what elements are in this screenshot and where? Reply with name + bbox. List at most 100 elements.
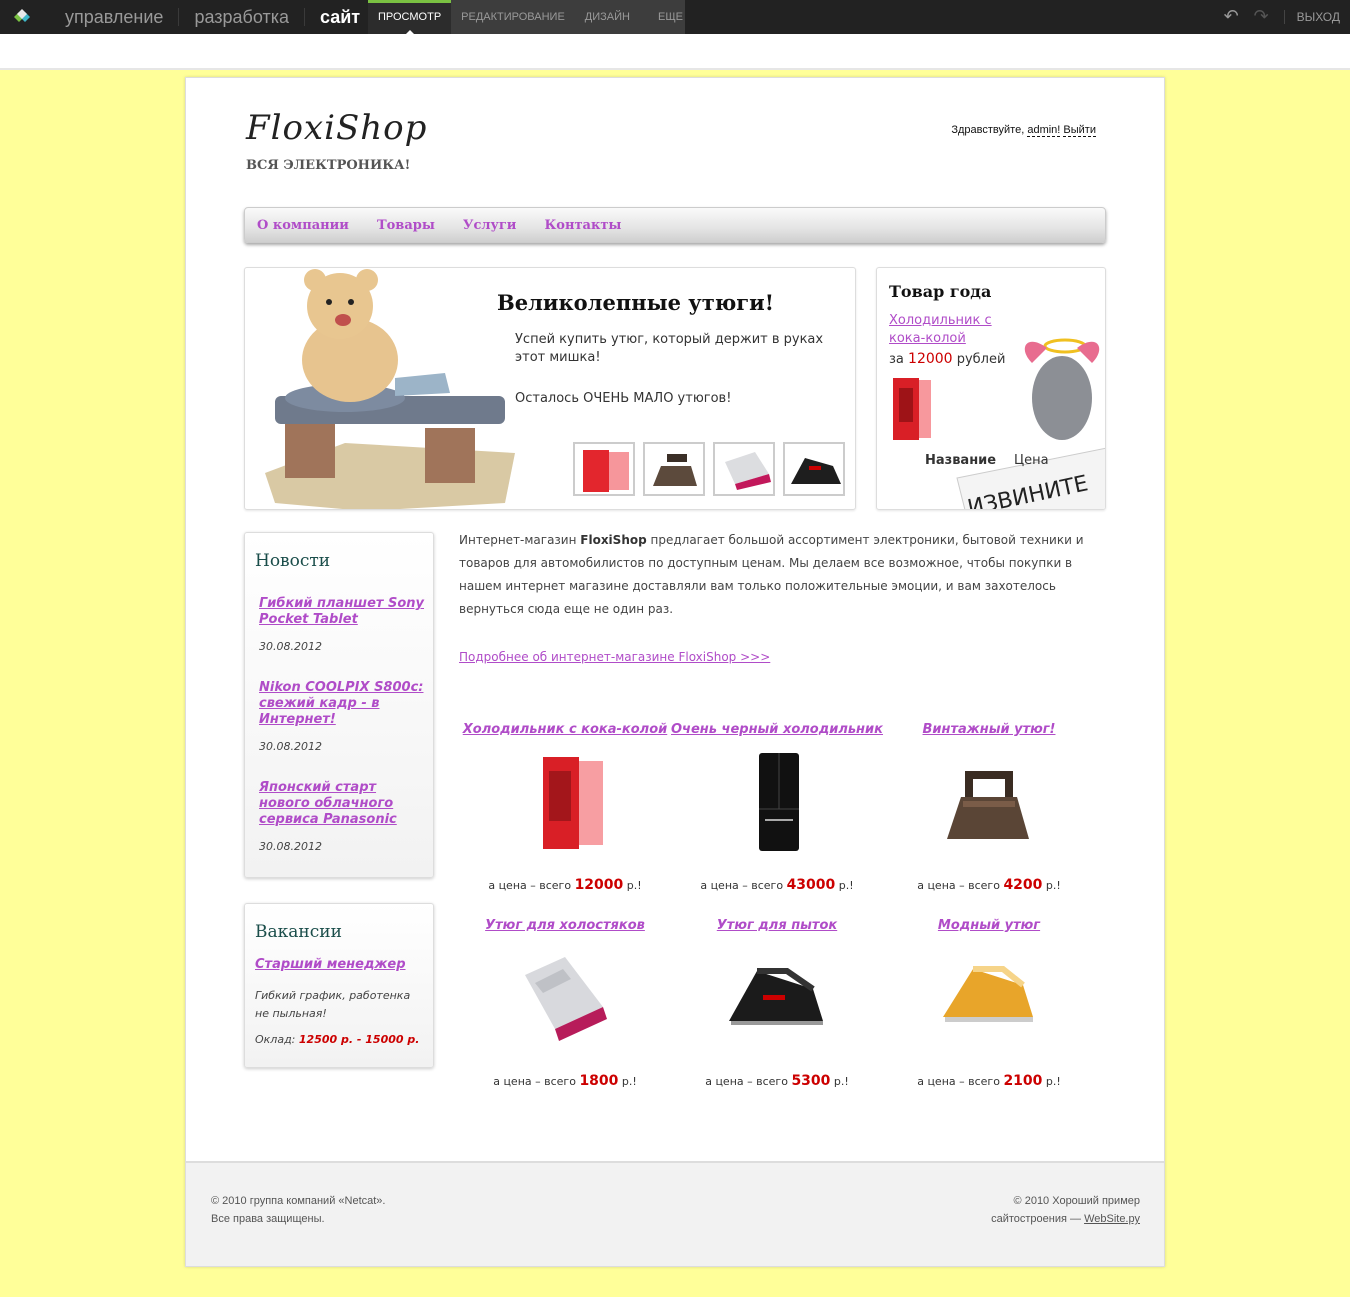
product-link[interactable]: Холодильник с кока-колой xyxy=(463,722,668,737)
intro-brand: FloxiShop xyxy=(580,533,647,547)
product-link[interactable]: Модный утюг xyxy=(938,918,1040,933)
admin-sub-nav: просмотр редактирование дизайн еще ⌄ xyxy=(368,0,685,57)
admin-right-controls: ↶ ↷ выход xyxy=(1224,0,1340,34)
news-item-date: 30.08.2012 xyxy=(259,640,322,653)
price-value: 1800 xyxy=(579,1073,619,1089)
product-link[interactable]: Очень черный холодильник xyxy=(671,722,883,737)
undo-icon[interactable]: ↶ xyxy=(1224,8,1242,26)
label-name: Название xyxy=(925,453,997,468)
vacancies-block: Вакансии Старший менеджер Гибкий график,… xyxy=(244,903,434,1068)
nav-management[interactable]: управление xyxy=(50,8,180,26)
vacancy-link[interactable]: Старший менеджер xyxy=(255,957,406,972)
price-prefix: а цена – всего xyxy=(700,879,784,892)
site-tagline: ВСЯ ЭЛЕКТРОНИКА! xyxy=(246,158,411,173)
news-item: Японский старт нового облачного сервиса … xyxy=(259,780,429,853)
red-fridge-image[interactable] xyxy=(891,376,933,444)
site-footer: © 2010 группа компаний «Netcat». Все пра… xyxy=(186,1161,1164,1266)
product-card: Холодильник с кока-колой а цена – всего … xyxy=(459,718,671,893)
nav-development[interactable]: разработка xyxy=(179,8,305,26)
exit-button[interactable]: выход xyxy=(1283,10,1340,24)
product-price: а цена – всего 12000 р.! xyxy=(459,877,671,893)
news-item-link[interactable]: Гибкий планшет Sony Pocket Tablet xyxy=(259,596,429,628)
tab-more-label: еще xyxy=(657,11,683,23)
vacancies-title: Вакансии xyxy=(255,922,342,942)
menu-item-services[interactable]: Услуги xyxy=(463,218,517,233)
footer-credits: © 2010 Хороший пример сайтостроения — We… xyxy=(991,1192,1140,1228)
price-value: 43000 xyxy=(786,877,836,893)
netcat-logo-icon[interactable] xyxy=(8,6,36,28)
thumbnail-vintage-iron[interactable] xyxy=(643,442,705,496)
tab-design[interactable]: дизайн xyxy=(575,0,640,34)
product-price: а цена – всего 1800 р.! xyxy=(459,1073,671,1089)
price-prefix: за xyxy=(889,352,904,367)
thumbnail-pink-iron[interactable] xyxy=(713,442,775,496)
greeting-text: Здравствуйте, xyxy=(951,124,1025,136)
price-suffix: р.! xyxy=(626,879,642,892)
price-suffix: р.! xyxy=(833,1075,849,1088)
footer-rights-line: Все права защищены. xyxy=(211,1213,325,1225)
promo-banner: Великолепные утюги! Успей купить утюг, к… xyxy=(244,267,856,510)
price-value: 5300 xyxy=(791,1073,831,1089)
menu-item-contacts[interactable]: Контакты xyxy=(544,218,621,233)
thumbnail-black-iron[interactable] xyxy=(783,442,845,496)
salary-value: 12500 р. - 15000 р. xyxy=(298,1033,420,1046)
product-price: а цена – всего 4200 р.! xyxy=(883,877,1095,893)
user-greeting: Здравствуйте, admin! Выйти xyxy=(951,124,1096,137)
tab-view[interactable]: просмотр xyxy=(368,0,452,35)
price-value: 12000 xyxy=(574,877,624,893)
banner-text-urgent: Осталось ОЧЕНЬ МАЛО утюгов! xyxy=(515,391,732,406)
product-of-year-price: за 12000 рублей xyxy=(889,351,1005,367)
pink-iron-icon[interactable] xyxy=(505,945,625,1055)
intro-text: Интернет-магазин FloxiShop предлагает бо… xyxy=(459,529,1104,621)
vintage-iron-icon[interactable] xyxy=(929,749,1049,859)
admin-main-nav: управление разработка сайт xyxy=(50,0,375,34)
product-price: а цена – всего 5300 р.! xyxy=(671,1073,883,1089)
black-fridge-icon[interactable] xyxy=(717,749,837,859)
price-suffix: р.! xyxy=(621,1075,637,1088)
product-card: Очень черный холодильник а цена – всего … xyxy=(671,718,883,893)
redo-icon[interactable]: ↷ xyxy=(1254,8,1272,26)
tab-more[interactable]: еще ⌄ xyxy=(648,0,693,57)
footer-copyright-line: © 2010 группа компаний «Netcat». xyxy=(211,1195,386,1207)
menu-item-goods[interactable]: Товары xyxy=(377,218,435,233)
site-page: FloxiShop ВСЯ ЭЛЕКТРОНИКА! Здравствуйте,… xyxy=(185,77,1165,1267)
price-value: 2100 xyxy=(1003,1073,1043,1089)
thumbnail-red-fridge[interactable] xyxy=(573,442,635,496)
intro-part1: Интернет-магазин xyxy=(459,533,581,547)
banner-title: Великолепные утюги! xyxy=(497,290,774,315)
product-link[interactable]: Утюг для холостяков xyxy=(485,918,645,933)
nav-site[interactable]: сайт xyxy=(305,8,375,26)
news-item-link[interactable]: Японский старт нового облачного сервиса … xyxy=(259,780,429,828)
user-link[interactable]: admin! xyxy=(1027,124,1061,137)
menu-item-about[interactable]: О компании xyxy=(257,218,349,233)
admin-toolbar: управление разработка сайт просмотр реда… xyxy=(0,0,1350,57)
red-fridge-icon[interactable] xyxy=(505,749,625,859)
product-of-year: ИЗВИНИТЕ Товар года Холодильник с кока-к… xyxy=(876,267,1106,510)
site-logo[interactable]: FloxiShop xyxy=(246,108,427,148)
product-card: Утюг для пыток а цена – всего 5300 р.! xyxy=(671,914,883,1089)
product-of-year-link[interactable]: Холодильник с кока-колой xyxy=(889,312,999,348)
website-link[interactable]: WebSite.ру xyxy=(1084,1213,1140,1225)
toolbar-spacer xyxy=(0,34,1350,70)
news-item: Гибкий планшет Sony Pocket Tablet 30.08.… xyxy=(259,596,429,653)
label-price: Цена xyxy=(1014,453,1049,468)
price-prefix: а цена – всего xyxy=(917,879,1000,892)
about-more-link[interactable]: Подробнее об интернет-магазине FloxiShop… xyxy=(459,650,770,664)
yellow-iron-icon[interactable] xyxy=(929,945,1049,1055)
price-prefix: а цена – всего xyxy=(493,1075,576,1088)
price-prefix: а цена – всего xyxy=(705,1075,788,1088)
footer-credits-text: сайтостроения — xyxy=(991,1213,1081,1225)
black-iron-icon[interactable] xyxy=(717,945,837,1055)
product-link[interactable]: Утюг для пыток xyxy=(717,918,837,933)
site-menu: О компании Товары Услуги Контакты xyxy=(244,207,1106,243)
logout-link[interactable]: Выйти xyxy=(1063,124,1096,137)
tab-edit[interactable]: редактирование xyxy=(451,0,575,34)
product-card: Утюг для холостяков а цена – всего 1800 … xyxy=(459,914,671,1089)
news-item-link[interactable]: Nikon COOLPIX S800c: свежий кадр - в Инт… xyxy=(259,680,429,728)
banner-text: Успей купить утюг, который держит в рука… xyxy=(515,332,824,365)
product-link[interactable]: Винтажный утюг! xyxy=(923,722,1056,737)
news-block: Новости Гибкий планшет Sony Pocket Table… xyxy=(244,532,434,878)
price-suffix: р.! xyxy=(1045,879,1061,892)
vacancy-salary: Оклад: 12500 р. - 15000 р. xyxy=(255,1033,419,1046)
price-suffix: р.! xyxy=(838,879,854,892)
